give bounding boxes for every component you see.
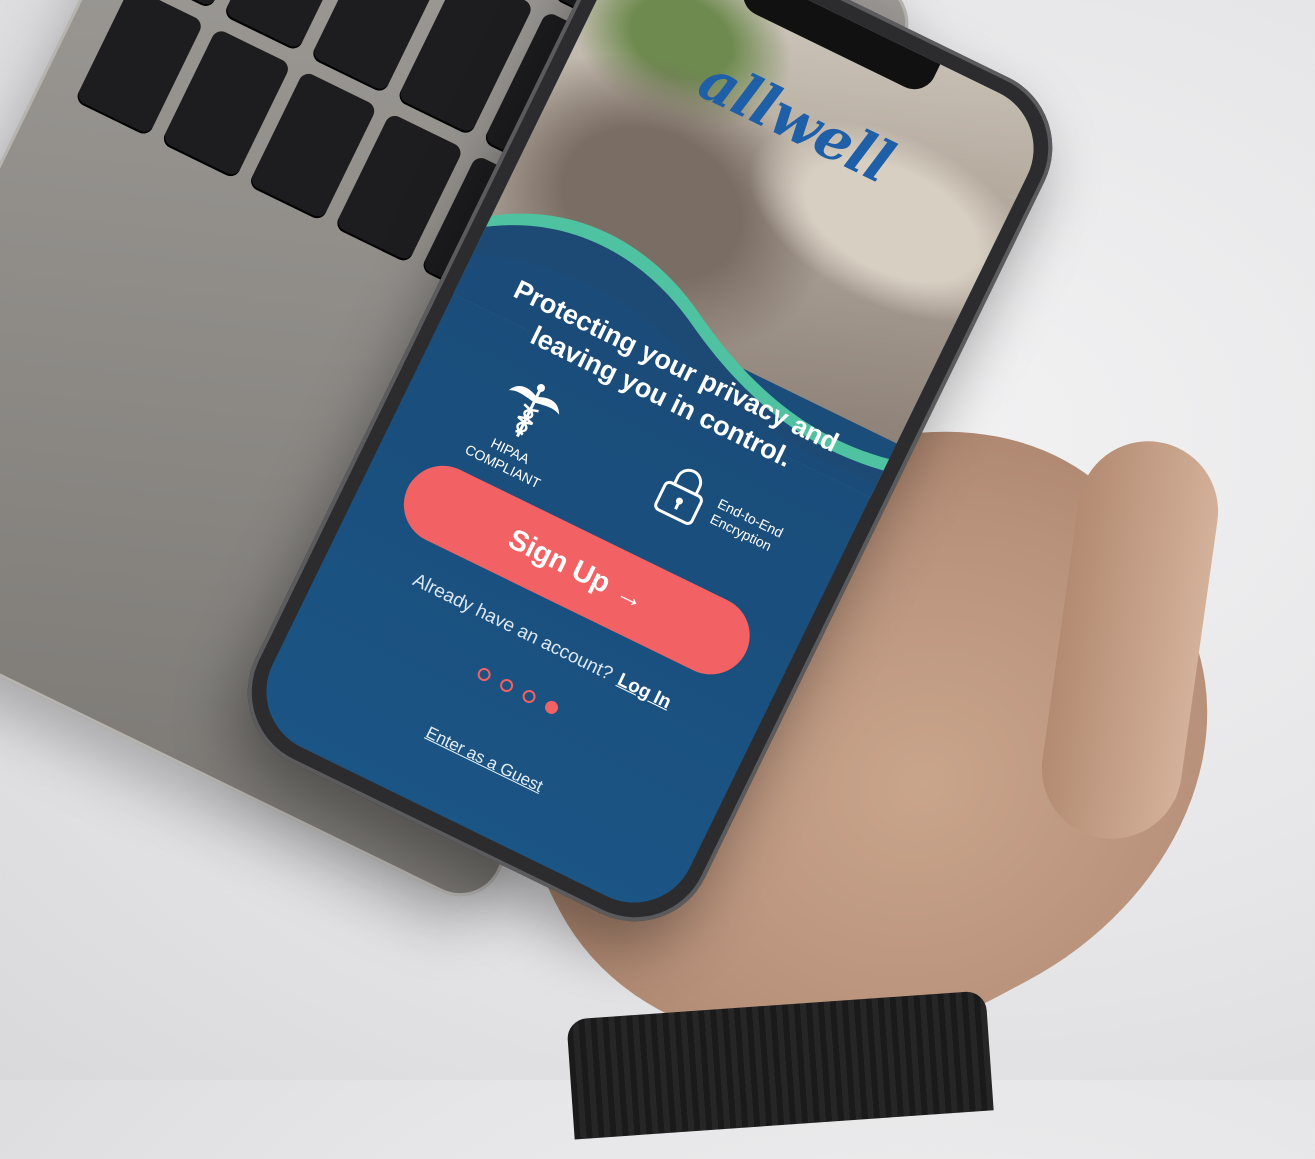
page-dot-active[interactable]: [542, 698, 561, 717]
lock-icon: [648, 457, 717, 532]
arrow-right-icon: →: [610, 575, 651, 617]
page-dot[interactable]: [497, 676, 516, 695]
page-dot[interactable]: [475, 665, 493, 684]
page-dot[interactable]: [520, 687, 538, 706]
sweater-sleeve: [566, 990, 994, 1140]
encryption-label: End-to-End Encryption: [707, 495, 786, 557]
log-in-link[interactable]: Log In: [614, 670, 674, 714]
sign-up-label: Sign Up: [503, 522, 616, 600]
